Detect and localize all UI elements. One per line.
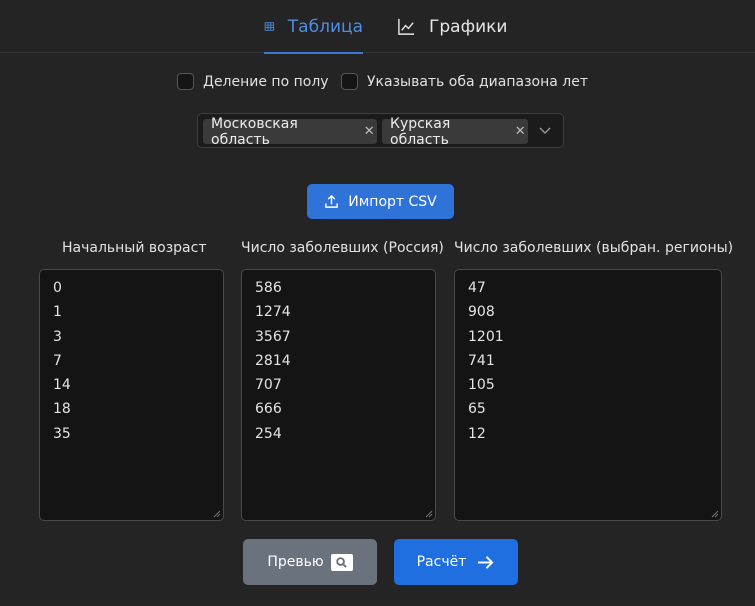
- list-item: 741: [468, 352, 495, 369]
- tab-charts-label: Графики: [429, 16, 508, 37]
- chart-line-icon: [398, 18, 415, 35]
- russia-cases-textarea[interactable]: 586 1274 3567 2814 707 666 254: [241, 269, 436, 521]
- region-chip-label: Курская область: [390, 115, 451, 148]
- tab-bar: Таблица Графики: [0, 0, 755, 54]
- regions-cases-column-label: Число заболевших (выбран. регионы): [454, 240, 734, 256]
- resize-grip-icon[interactable]: [711, 510, 719, 518]
- list-item: 254: [255, 425, 282, 442]
- search-icon: [330, 553, 353, 571]
- list-item: 2814: [255, 352, 291, 369]
- preview-label: Превью: [267, 554, 324, 570]
- region-multiselect[interactable]: Московская область ✕ Курская область ✕: [197, 113, 564, 148]
- options-row: Деление по полу Указывать оба диапазона …: [0, 73, 755, 95]
- list-item: 105: [468, 377, 495, 394]
- arrow-right-icon: [478, 555, 494, 569]
- remove-chip-icon[interactable]: ✕: [361, 124, 377, 139]
- calculate-button[interactable]: Расчёт: [394, 539, 518, 585]
- list-item: 707: [255, 377, 282, 394]
- split-by-sex-checkbox-box[interactable]: [177, 73, 194, 90]
- regions-cases-textarea[interactable]: 47 908 1201 741 105 65 12: [454, 269, 722, 521]
- split-by-sex-label: Деление по полу: [203, 73, 329, 90]
- import-csv-button[interactable]: Импорт CSV: [307, 184, 454, 219]
- calculate-label: Расчёт: [416, 554, 467, 570]
- tab-charts[interactable]: Графики: [397, 0, 507, 53]
- upload-icon: [325, 194, 339, 208]
- list-item: 7: [53, 352, 62, 369]
- resize-grip-icon[interactable]: [425, 510, 433, 518]
- list-item: 1201: [468, 328, 504, 345]
- list-item: 35: [53, 425, 71, 442]
- both-year-ranges-label: Указывать оба диапазона лет: [367, 73, 588, 90]
- table-icon: [264, 22, 275, 31]
- list-item: 666: [255, 401, 282, 418]
- region-chip: Курская область ✕: [382, 116, 528, 148]
- list-item: 65: [468, 401, 486, 418]
- preview-button[interactable]: Превью: [243, 539, 377, 585]
- remove-chip-icon[interactable]: ✕: [513, 124, 528, 139]
- list-item: 1274: [255, 304, 291, 321]
- both-year-ranges-checkbox-box[interactable]: [341, 73, 358, 90]
- tab-table-label: Таблица: [287, 16, 363, 37]
- list-item: 0: [53, 280, 62, 296]
- list-item: 14: [53, 377, 71, 394]
- list-item: 586: [255, 280, 282, 296]
- list-item: 47: [468, 280, 486, 296]
- resize-grip-icon[interactable]: [213, 510, 221, 518]
- tab-table[interactable]: Таблица: [264, 0, 363, 54]
- list-item: 1: [53, 304, 62, 321]
- list-item: 18: [53, 401, 71, 418]
- russia-cases-column-label: Число заболевших (Россия): [241, 240, 444, 256]
- start-age-column-label: Начальный возраст: [62, 240, 207, 256]
- list-item: 3: [53, 328, 62, 345]
- split-by-sex-checkbox[interactable]: Деление по полу: [177, 73, 329, 90]
- both-year-ranges-checkbox[interactable]: Указывать оба диапазона лет: [341, 73, 588, 90]
- start-age-textarea[interactable]: 0 1 3 7 14 18 35: [39, 269, 224, 521]
- region-chip: Московская область ✕: [203, 116, 377, 148]
- import-csv-label: Импорт CSV: [348, 193, 437, 210]
- list-item: 908: [468, 304, 495, 321]
- list-item: 12: [468, 425, 486, 442]
- list-item: 3567: [255, 328, 291, 345]
- chevron-down-icon[interactable]: [537, 122, 553, 138]
- region-chip-label: Московская область: [211, 115, 298, 148]
